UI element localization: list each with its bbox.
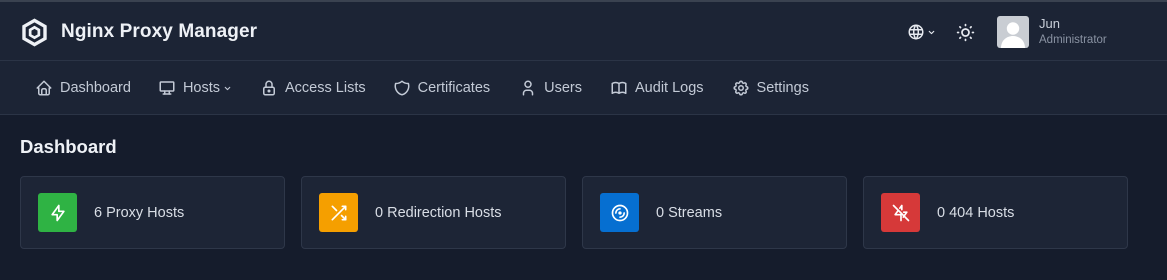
top-header: Nginx Proxy Manager Jun Administrator	[0, 0, 1167, 61]
user-role: Administrator	[1039, 34, 1107, 46]
nav-users[interactable]: Users	[519, 61, 582, 115]
card-proxy-hosts-icon-box	[38, 193, 77, 232]
user-menu[interactable]: Jun Administrator	[997, 14, 1107, 50]
shield-icon	[393, 79, 411, 97]
theme-toggle-button[interactable]	[953, 20, 977, 44]
nav-certificates-label: Certificates	[417, 80, 491, 96]
main-navigation: Dashboard Hosts Access Lists Certificate…	[0, 61, 1167, 115]
stats-cards: 6 Proxy Hosts 0 Redirection Hosts 0 Stre…	[20, 176, 1128, 249]
bolt-icon	[48, 203, 68, 223]
card-redirection-hosts-label: 0 Redirection Hosts	[375, 204, 502, 221]
sun-icon	[955, 22, 976, 43]
card-streams[interactable]: 0 Streams	[582, 176, 847, 249]
nav-hosts-label: Hosts	[182, 80, 221, 96]
user-icon	[519, 79, 537, 97]
nav-certificates[interactable]: Certificates	[393, 61, 491, 115]
language-switcher[interactable]	[904, 21, 938, 43]
user-avatar-icon	[997, 16, 1029, 48]
bolt-off-icon	[891, 203, 911, 223]
nav-settings-label: Settings	[756, 80, 809, 96]
chevron-down-icon	[927, 28, 936, 37]
app-title: Nginx Proxy Manager	[61, 21, 258, 42]
nav-dashboard[interactable]: Dashboard	[35, 61, 131, 115]
card-proxy-hosts[interactable]: 6 Proxy Hosts	[20, 176, 285, 249]
card-streams-icon-box	[600, 193, 639, 232]
book-icon	[610, 79, 628, 97]
nav-access-lists-label: Access Lists	[285, 80, 366, 96]
user-name: Jun	[1039, 16, 1060, 31]
nav-hosts[interactable]: Hosts	[158, 61, 232, 115]
card-redirection-hosts[interactable]: 0 Redirection Hosts	[301, 176, 566, 249]
shuffle-icon	[329, 203, 349, 223]
brand[interactable]: Nginx Proxy Manager	[19, 15, 257, 49]
nav-settings[interactable]: Settings	[732, 61, 809, 115]
card-proxy-hosts-label: 6 Proxy Hosts	[94, 204, 185, 221]
gear-icon	[732, 79, 750, 97]
chevron-down-icon	[223, 84, 232, 93]
page-title: Dashboard	[20, 136, 117, 157]
nav-users-label: Users	[544, 80, 583, 96]
card-404-hosts-icon-box	[881, 193, 920, 232]
nginx-proxy-manager-logo-icon	[19, 17, 50, 48]
monitor-icon	[158, 79, 176, 97]
card-404-hosts[interactable]: 0 404 Hosts	[863, 176, 1128, 249]
lock-icon	[260, 79, 278, 97]
avatar	[997, 16, 1029, 48]
globe-icon	[907, 23, 925, 41]
card-redirection-hosts-icon-box	[319, 193, 358, 232]
nav-audit-logs[interactable]: Audit Logs	[610, 61, 704, 115]
nav-access-lists[interactable]: Access Lists	[260, 61, 366, 115]
card-streams-label: 0 Streams	[656, 204, 723, 221]
home-icon	[35, 79, 53, 97]
disc-icon	[610, 203, 630, 223]
nav-dashboard-label: Dashboard	[60, 80, 131, 96]
nav-audit-logs-label: Audit Logs	[635, 80, 704, 96]
card-404-hosts-label: 0 404 Hosts	[937, 204, 1015, 221]
